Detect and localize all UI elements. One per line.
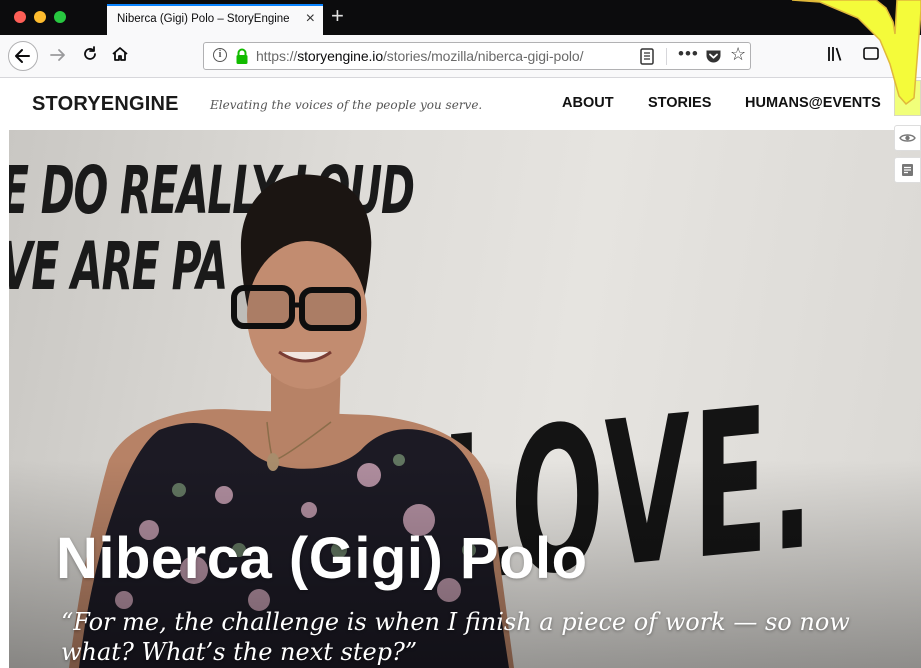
home-button[interactable] (110, 44, 130, 69)
chevron-left-icon: ‹ (903, 90, 907, 104)
zoom-window-button[interactable] (54, 11, 66, 23)
nav-link-about[interactable]: ABOUT (562, 95, 614, 111)
navigation-bar: i https://storyengine.io/stories/mozilla… (0, 35, 921, 78)
url-text[interactable]: https://storyengine.io/stories/mozilla/n… (256, 48, 583, 64)
site-logo[interactable]: STORYENGINE (32, 93, 179, 116)
eye-icon (899, 134, 916, 142)
note-icon (902, 164, 913, 176)
forward-button[interactable] (48, 45, 68, 70)
reload-icon (84, 46, 96, 60)
home-icon (112, 47, 128, 61)
reload-button[interactable] (80, 44, 100, 69)
url-prefix: https:// (256, 48, 298, 64)
back-icon (15, 49, 30, 63)
sidebar-toggle-button[interactable]: ‹ (894, 80, 921, 116)
tab-title: Niberca (Gigi) Polo – StoryEngine (117, 13, 290, 25)
url-separator (666, 48, 667, 65)
forward-icon (50, 49, 65, 61)
menu-icon[interactable] (898, 44, 916, 62)
new-tab-button[interactable]: + (331, 4, 344, 28)
hero-image: E DO REALLY LOUD VE ARE PA T LOVE. (9, 130, 921, 668)
lock-icon[interactable] (234, 48, 250, 65)
browser-tab[interactable]: Niberca (Gigi) Polo – StoryEngine × (107, 4, 323, 35)
tab-bar: Niberca (Gigi) Polo – StoryEngine × + (0, 0, 921, 35)
story-title: Niberca (Gigi) Polo (56, 526, 588, 591)
pocket-icon[interactable] (705, 48, 722, 64)
address-bar[interactable]: i https://storyengine.io/stories/mozilla… (203, 42, 751, 70)
site-header: STORYENGINE Elevating the voices of the … (0, 78, 921, 130)
info-icon[interactable]: i (213, 48, 227, 62)
minimize-window-button[interactable] (34, 11, 46, 23)
site-tagline: Elevating the voices of the people you s… (210, 98, 483, 112)
more-icon[interactable]: ••• (678, 44, 699, 64)
back-button[interactable] (8, 41, 38, 71)
nav-link-humans-events[interactable]: HUMANS@EVENTS (745, 95, 881, 111)
story-quote: “For me, the challenge is when I finish … (61, 608, 850, 666)
sync-icon[interactable] (862, 45, 880, 63)
star-icon[interactable]: ☆ (730, 44, 746, 65)
tab-close-button[interactable]: × (306, 10, 315, 28)
close-window-button[interactable] (14, 11, 26, 23)
sidebar-eye-button[interactable] (894, 125, 921, 151)
url-host: storyengine.io (297, 48, 383, 64)
reader-view-icon[interactable] (640, 48, 654, 65)
url-path: /stories/mozilla/niberca-gigi-polo/ (383, 48, 584, 64)
sidebar-note-button[interactable] (894, 157, 921, 183)
nav-link-stories[interactable]: STORIES (648, 95, 711, 111)
library-icon[interactable] (826, 45, 844, 63)
